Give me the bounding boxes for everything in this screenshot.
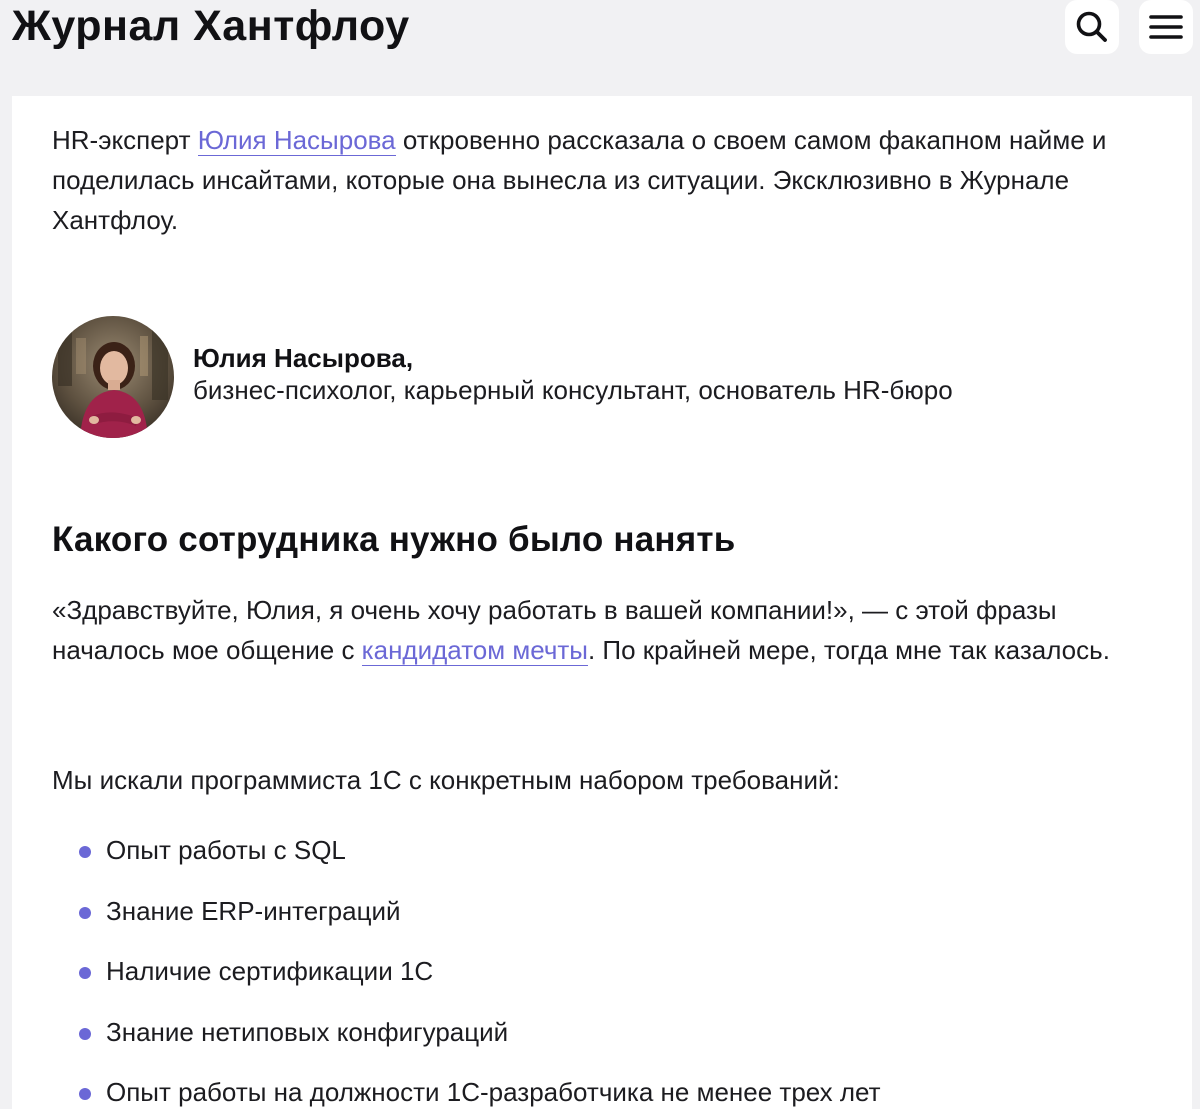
bullet-icon — [79, 1088, 91, 1100]
list-item-text: Опыт работы на должности 1С-разработчика… — [106, 1077, 881, 1107]
list-item-text: Наличие сертификации 1С — [106, 956, 434, 986]
article-card: HR-эксперт Юлия Насырова откровенно расс… — [12, 96, 1192, 1109]
author-photo — [52, 316, 174, 438]
search-button[interactable] — [1065, 0, 1119, 54]
list-item-text: Опыт работы с SQL — [106, 835, 346, 865]
requirements-list: Опыт работы с SQL Знание ERP-интеграций … — [52, 820, 1152, 1109]
paragraph-requirements-intro: Мы искали программиста 1С с конкретным н… — [52, 765, 840, 795]
intro-prefix: HR-эксперт — [52, 125, 198, 155]
section-heading: Какого сотрудника нужно было нанять — [52, 520, 736, 559]
page: Журнал Хантфлоу HR-эксперт Юлия Насырова… — [0, 0, 1200, 1109]
avatar[interactable] — [52, 316, 174, 438]
hamburger-menu-icon — [1149, 15, 1183, 39]
author-link[interactable]: Юлия Насырова — [197, 125, 396, 156]
list-item: Опыт работы с SQL — [52, 820, 1152, 881]
search-icon — [1076, 11, 1107, 42]
intro-paragraph: HR-эксперт Юлия Насырова откровенно расс… — [52, 120, 1152, 240]
site-header: Журнал Хантфлоу — [0, 0, 1200, 80]
list-item-text: Знание нетиповых конфигураций — [106, 1016, 509, 1047]
bullet-icon — [79, 906, 91, 919]
site-title[interactable]: Журнал Хантфлоу — [12, 0, 410, 52]
dream-candidate-link[interactable]: кандидатом мечты — [361, 635, 588, 666]
list-item: Наличие сертификации 1С — [52, 941, 1152, 1002]
menu-button[interactable] — [1139, 0, 1193, 54]
list-item: Опыт работы на должности 1С-разработчика… — [52, 1062, 1152, 1109]
paragraph-greeting: «Здравствуйте, Юлия, я очень хочу работа… — [52, 590, 1152, 670]
greeting-suffix: . По крайней мере, тогда мне так казалос… — [587, 635, 1110, 665]
list-item: Знание нетиповых конфигураций — [52, 1002, 1152, 1063]
bullet-icon — [79, 967, 91, 979]
article-content: HR-эксперт Юлия Насырова откровенно расс… — [52, 120, 1152, 1107]
author-name: Юлия Насырова, — [193, 343, 414, 373]
author-role: бизнес-психолог, карьерный консультант, … — [193, 375, 953, 405]
list-item-text: Знание ERP-интеграций — [106, 895, 401, 926]
bullet-icon — [79, 846, 91, 858]
list-item: Знание ERP-интеграций — [52, 881, 1152, 942]
bullet-icon — [79, 1027, 91, 1040]
author-block: Юлия Насырова, бизнес-психолог, карьерны… — [52, 316, 1152, 440]
